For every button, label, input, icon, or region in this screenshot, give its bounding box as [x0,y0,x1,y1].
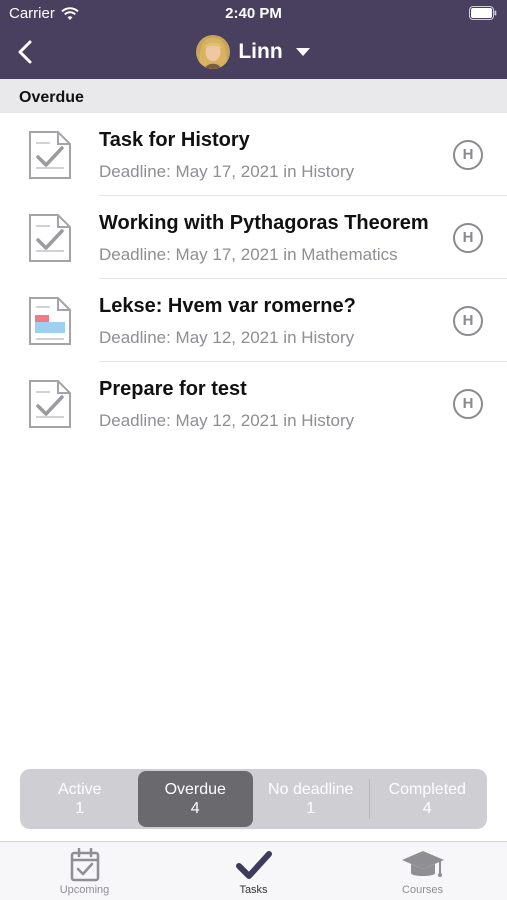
assignment-check-icon [29,214,71,262]
course-badge: H [453,306,483,336]
status-bar: Carrier 2:40 PM [0,0,507,28]
tab-label: Upcoming [59,884,110,896]
filter-overdue[interactable]: Overdue 4 [137,771,253,827]
tab-tasks[interactable]: Tasks [169,842,338,900]
filter-count: 1 [75,800,85,817]
avatar [196,35,231,69]
filter-count: 4 [190,800,200,817]
course-badge: H [453,389,483,419]
assignment-check-icon [29,131,71,179]
course-badge: H [453,223,483,253]
task-deadline: Deadline: May 12, 2021 in History [99,328,355,347]
filter-label: Completed [388,781,466,798]
checkmark-icon [235,851,272,879]
task-row[interactable]: Lekse: Hvem var romerne? Deadline: May 1… [0,279,507,362]
tab-label: Tasks [239,884,268,896]
chevron-down-icon [295,48,310,56]
task-row[interactable]: Prepare for test Deadline: May 12, 2021 … [0,362,507,445]
user-switcher[interactable]: Linn [0,34,507,70]
app-header: Carrier 2:40 PM Linn [0,0,507,79]
assignment-check-icon [29,380,71,428]
task-deadline: Deadline: May 17, 2021 in History [99,162,355,181]
task-deadline: Deadline: May 17, 2021 in Mathematics [99,245,398,264]
task-row[interactable]: Working with Pythagoras Theorem Deadline… [0,196,507,279]
tab-label: Courses [402,884,443,896]
filter-count: 1 [306,800,316,817]
clock: 2:40 PM [225,5,282,22]
tab-courses[interactable]: Courses [338,842,507,900]
graduation-cap-icon [401,851,444,877]
calendar-check-icon [70,848,99,882]
user-name: Linn [238,40,283,63]
filter-label: Active [57,781,102,798]
tab-bar: Upcoming Tasks Courses [0,841,507,900]
document-colored-icon [29,297,71,345]
section-header: Overdue [0,79,507,113]
section-title: Overdue [19,89,84,106]
course-badge: H [453,140,483,170]
filter-count: 4 [422,800,432,817]
filter-label: Overdue [164,781,226,798]
task-title: Prepare for test [99,378,247,400]
filter-label: No deadline [268,781,354,798]
filter-no-deadline[interactable]: No deadline 1 [253,771,369,827]
tab-upcoming[interactable]: Upcoming [0,842,169,900]
filter-active[interactable]: Active 1 [22,771,138,827]
filter-completed[interactable]: Completed 4 [370,771,486,827]
filter-segmented-control: Active 1 Overdue 4 No deadline 1 Complet… [20,769,487,829]
battery-icon [469,6,497,20]
task-list: Task for History Deadline: May 17, 2021 … [0,113,507,445]
task-title: Working with Pythagoras Theorem [99,212,429,234]
task-deadline: Deadline: May 12, 2021 in History [99,411,355,430]
task-title: Task for History [99,129,250,151]
task-row[interactable]: Task for History Deadline: May 17, 2021 … [0,113,507,196]
task-title: Lekse: Hvem var romerne? [99,295,356,317]
